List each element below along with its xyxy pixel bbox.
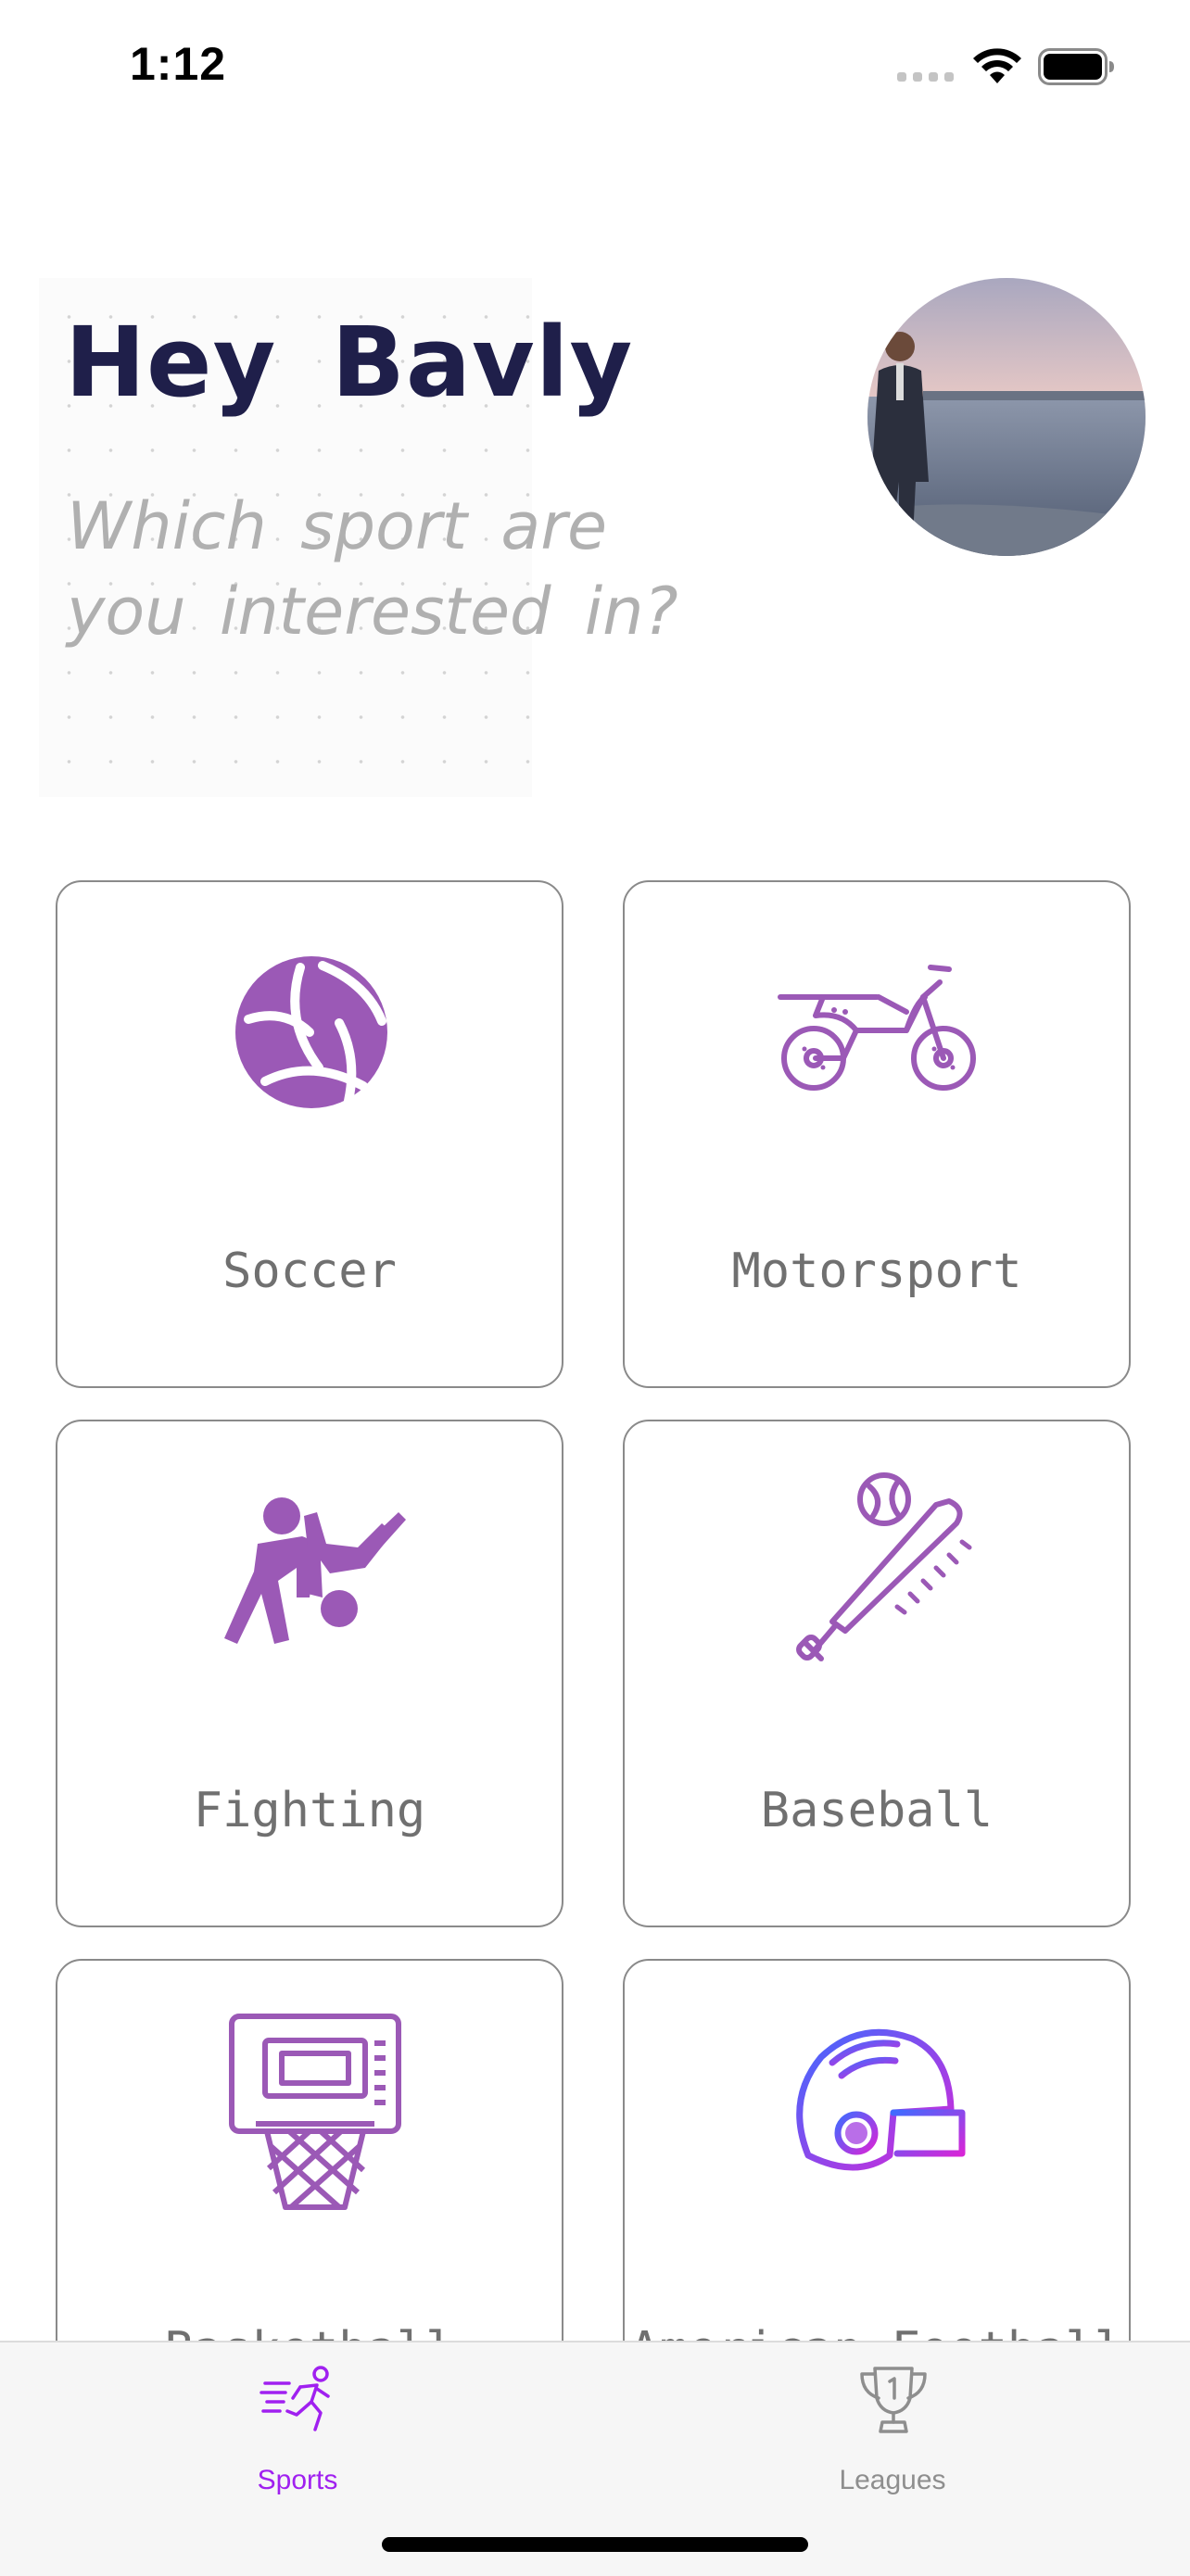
tab-leagues[interactable]: Leagues xyxy=(595,2342,1190,2528)
fighting-icon xyxy=(224,1497,406,1644)
battery-icon xyxy=(1038,48,1114,85)
sport-card-label: Motorsport xyxy=(731,1244,1022,1299)
avatar[interactable] xyxy=(867,278,1146,556)
sport-card-baseball[interactable]: Baseball xyxy=(623,1420,1131,1927)
trophy-icon xyxy=(860,2367,927,2433)
baseball-bat-icon xyxy=(796,1472,972,1661)
greeting-title: Hey Bavly xyxy=(65,306,634,419)
sport-card-label: Fighting xyxy=(193,1783,426,1838)
sport-card-soccer[interactable]: Soccer xyxy=(56,880,563,1388)
basketball-hoop-icon xyxy=(229,2014,401,2210)
tab-sports[interactable]: Sports xyxy=(0,2342,595,2528)
sport-card-motorsport[interactable]: Motorsport xyxy=(623,880,1131,1388)
sport-card-fighting[interactable]: Fighting xyxy=(56,1420,563,1927)
status-time: 1:12 xyxy=(130,38,227,90)
wifi-icon xyxy=(973,48,1021,83)
tab-label: Sports xyxy=(257,2465,338,2495)
sport-card-label: Soccer xyxy=(222,1244,397,1299)
motorbike-icon xyxy=(778,965,976,1091)
cellular-signal-icon xyxy=(897,72,954,82)
home-indicator[interactable] xyxy=(382,2537,808,2552)
sport-card-label: Baseball xyxy=(760,1783,994,1838)
greeting-subtitle: Which sport are you interested in? xyxy=(67,488,678,650)
football-helmet-icon xyxy=(796,2028,966,2171)
volleyball-icon xyxy=(235,956,387,1108)
running-person-icon xyxy=(260,2366,330,2431)
status-bar: 1:12 xyxy=(0,0,1190,139)
tab-label: Leagues xyxy=(839,2465,946,2495)
